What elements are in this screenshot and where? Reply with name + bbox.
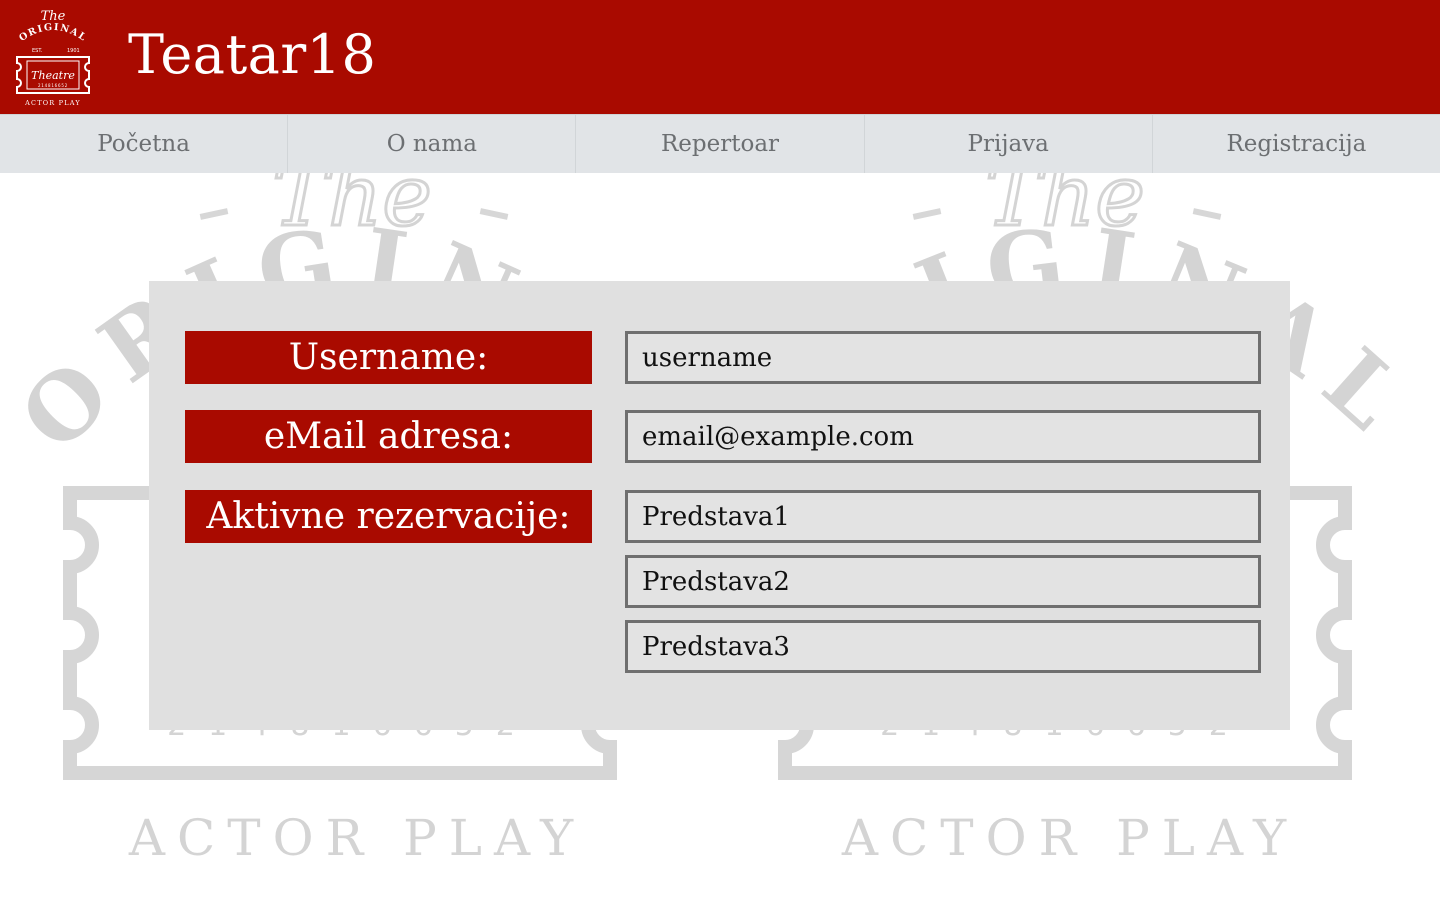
svg-text:ACTOR PLAY: ACTOR PLAY <box>128 809 585 867</box>
svg-text:ORIGINAL: ORIGINAL <box>17 22 89 44</box>
theatre-logo[interactable]: The ORIGINAL EST. 1901 Theatre 214816652… <box>5 5 101 109</box>
reservation-item[interactable]: Predstava3 <box>625 620 1261 673</box>
logo-ticket-number: 214816652 <box>38 83 68 88</box>
logo-arc-text: ORIGINAL <box>17 22 87 44</box>
nav-item-o-nama[interactable]: O nama <box>288 115 577 173</box>
nav-item-registracija[interactable]: Registracija <box>1153 115 1440 173</box>
logo-est-text: EST. <box>32 48 43 54</box>
profile-panel: Username: username eMail adresa: email@e… <box>149 281 1290 730</box>
nav-item-repertoar[interactable]: Repertoar <box>576 115 865 173</box>
logo-theatre-text: Theatre <box>31 69 75 82</box>
email-label: eMail adresa: <box>185 410 592 463</box>
nav-item-prijava[interactable]: Prijava <box>865 115 1153 173</box>
reservation-item[interactable]: Predstava2 <box>625 555 1261 608</box>
svg-text:ACTOR PLAY: ACTOR PLAY <box>841 809 1298 867</box>
username-value[interactable]: username <box>625 331 1261 384</box>
main-navigation: Početna O nama Repertoar Prijava Registr… <box>0 114 1440 173</box>
site-header: The ORIGINAL EST. 1901 Theatre 214816652… <box>0 0 1440 114</box>
reservations-label: Aktivne rezervacije: <box>185 490 592 543</box>
reservation-item[interactable]: Predstava1 <box>625 490 1261 543</box>
logo-bottom-text: ACTOR PLAY <box>24 99 81 107</box>
site-title[interactable]: Teatar18 <box>128 22 376 88</box>
logo-script-text: The <box>41 9 66 24</box>
nav-item-pocetna[interactable]: Početna <box>0 115 289 173</box>
email-value[interactable]: email@example.com <box>625 410 1261 463</box>
username-label: Username: <box>185 331 592 384</box>
logo-year-text: 1901 <box>67 48 80 54</box>
